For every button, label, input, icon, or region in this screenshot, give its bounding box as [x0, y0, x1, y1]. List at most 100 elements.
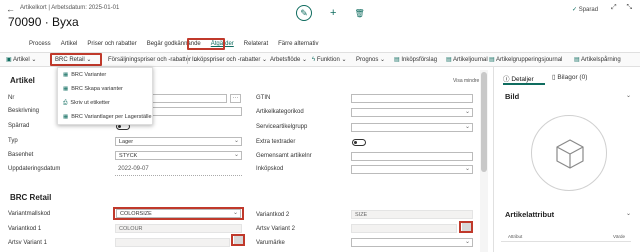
- dropdown-item-label: Skriv ut etiketter: [70, 100, 110, 106]
- submenu-artikel[interactable]: ▣ Artikel ⌄: [6, 56, 36, 63]
- edit-icon[interactable]: ✎: [296, 5, 312, 21]
- label-inkopskod: Inköpskod: [256, 166, 284, 172]
- breadcrumb: Artikelkort | Arbetsdatum: 2025-01-01: [20, 5, 120, 11]
- check-icon: ✓: [572, 7, 578, 13]
- menu-priser[interactable]: Priser och rabatter: [87, 41, 136, 47]
- value-artsvariant2: [351, 224, 457, 233]
- menu-artikel[interactable]: Artikel: [61, 41, 78, 47]
- submenu-funktion-label: Funktion: [316, 57, 340, 63]
- divider: [187, 55, 188, 64]
- label-gtin: GTIN: [256, 95, 271, 101]
- label-artikelkategori: Artikelkategorikod: [256, 109, 304, 115]
- add-icon[interactable]: +: [330, 7, 336, 19]
- menu-farre[interactable]: Färre alternativ: [278, 41, 318, 47]
- tab-bilagor-label: Bilagor (0): [557, 74, 588, 81]
- menu-process[interactable]: Process: [29, 41, 51, 47]
- submenu-forsaljning[interactable]: Försäljningspriser och -rabatter ⌄: [108, 56, 198, 63]
- tab-detaljer-label: Detaljer: [511, 76, 534, 83]
- grid-icon: ▦: [63, 86, 69, 92]
- label-basenhet: Basenhet: [8, 152, 34, 158]
- dropdown-item-variantlager[interactable]: ▦ BRC Variantlager per Lagerställe: [63, 114, 152, 120]
- dropdown-item-brc-varianter[interactable]: ▦ BRC Varianter: [63, 72, 106, 78]
- select-artikelkategori[interactable]: [351, 108, 473, 117]
- tab-detaljer[interactable]: ⓘ Detaljer: [503, 73, 534, 83]
- input-basenhet[interactable]: STYCK: [115, 151, 242, 160]
- col-varde: Värde: [613, 234, 626, 239]
- input-gtin[interactable]: [351, 94, 473, 103]
- submenu-artikeljournal[interactable]: ▤ Artikeljournal: [446, 56, 488, 63]
- submenu-inkop-label: Inköpspriser och -rabatter: [192, 57, 261, 63]
- bild-title: Bild: [505, 92, 520, 101]
- chevron-down-icon: ⌄: [465, 109, 471, 115]
- label-artsvariant2: Artsv Variant 2: [256, 226, 295, 232]
- grid-icon: ▦: [63, 114, 69, 120]
- submenu-artikelsparning-label: Artikelspårning: [581, 57, 621, 63]
- submenu-funktion[interactable]: ϟ Funktion ⌄: [312, 56, 347, 63]
- submenu-artikelgrupp[interactable]: ▤ Artikelgrupperingsjournal: [489, 56, 562, 63]
- highlight-variantmall: [113, 207, 244, 220]
- delete-icon[interactable]: 🗑: [354, 9, 364, 18]
- submenu-arbetsflode-label: Arbetsflöde: [270, 57, 301, 63]
- value-variantkod1: COLOUR: [115, 224, 242, 233]
- select-servicegrupp[interactable]: [351, 123, 473, 132]
- menu-relaterat[interactable]: Relaterat: [244, 41, 268, 47]
- dropdown-item-label: BRC Varianter: [71, 72, 107, 78]
- scrollbar-thumb[interactable]: [481, 72, 487, 172]
- journal-icon: ▤: [489, 57, 497, 63]
- highlight-artsvariant1: [231, 234, 245, 246]
- back-arrow-icon[interactable]: ←: [6, 4, 15, 14]
- submenu-inkop[interactable]: Inköpspriser och -rabatter ⌄: [192, 56, 267, 63]
- artikelattribut-title: Artikelattribut: [505, 210, 555, 219]
- submenu-prognos[interactable]: Prognos ⌄: [356, 56, 385, 63]
- chevron-down-icon: ⌄: [234, 152, 240, 158]
- toggle-extra-textrader[interactable]: [352, 139, 366, 146]
- highlight-atgarder: [187, 38, 225, 50]
- page-title: 70090 · Byxa: [8, 15, 79, 29]
- label-servicegrupp: Serviceartikelgrupp: [256, 124, 308, 130]
- label-variantmall: Variantmallskod: [8, 211, 51, 217]
- chevron-down-icon[interactable]: ⌄: [626, 92, 631, 99]
- saved-status: ✓ Sparad: [572, 6, 598, 13]
- label-beskrivning: Beskrivning: [8, 108, 40, 114]
- action-menu: Process Artikel Priser och rabatter Begä…: [29, 41, 319, 47]
- section-brc-title: BRC Retail: [10, 193, 52, 202]
- submenu-arbetsflode[interactable]: Arbetsflöde ⌄: [270, 56, 307, 63]
- tracking-icon: ▤: [574, 57, 582, 63]
- brc-retail-dropdown: ▦ BRC Varianter ▦ BRC Skapa varianter ⎙ Skr…: [57, 67, 153, 125]
- label-sparrad: Spärrad: [8, 123, 30, 129]
- item-icon: ▣: [6, 57, 14, 63]
- top-actions: ✎ + 🗑: [296, 5, 365, 21]
- dropdown-item-skriv-ut[interactable]: ⎙ Skriv ut etiketter: [63, 100, 110, 107]
- window-controls-icon[interactable]: ⤢ ⤡: [611, 4, 636, 12]
- label-typ: Typ: [8, 138, 18, 144]
- chevron-down-icon[interactable]: ⌄: [626, 210, 631, 217]
- submenu-forsaljning-label: Försäljningspriser och -rabatter: [108, 57, 192, 63]
- value-uppdatering: 2022-09-07: [118, 166, 149, 172]
- label-artsvariant1: Artsv Variant 1: [8, 240, 47, 246]
- label-variantkod1: Variantkod 1: [8, 226, 42, 232]
- submenu-artikel-label: Artikel: [13, 57, 30, 63]
- section-artikel-title: Artikel: [10, 76, 35, 85]
- more-dots-icon[interactable]: ···: [230, 94, 241, 103]
- cube-icon: [556, 139, 584, 169]
- journal-icon: ▤: [446, 57, 454, 63]
- select-inkopskod[interactable]: [351, 165, 473, 174]
- submenu-artikelsparning[interactable]: ▤ Artikelspårning: [574, 56, 621, 63]
- print-icon: ⎙: [63, 100, 68, 106]
- submenu-prognos-label: Prognos: [356, 57, 379, 63]
- select-varumarke[interactable]: [351, 238, 473, 247]
- highlight-artsvariant2: [459, 221, 473, 233]
- select-typ[interactable]: Lager: [115, 137, 242, 146]
- input-gemensamt[interactable]: [351, 152, 473, 161]
- page: ← Artikelkort | Arbetsdatum: 2025-01-01 …: [0, 0, 640, 252]
- show-less-link[interactable]: Visa mindre: [453, 78, 479, 84]
- dropdown-item-skapa-varianter[interactable]: ▦ BRC Skapa varianter: [63, 86, 123, 92]
- submenu-inkopsforslag[interactable]: ▤ Inköpsförslag: [394, 56, 437, 63]
- chevron-down-icon: ⌄: [234, 138, 240, 144]
- label-gemensamt: Gemensamt artikelnr: [256, 153, 312, 159]
- submenu-artikeljournal-label: Artikeljournal: [453, 57, 488, 63]
- submenu-inkopsforslag-label: Inköpsförslag: [401, 57, 438, 63]
- label-uppdatering: Uppdateringsdatum: [8, 166, 61, 172]
- saved-label: Sparad: [578, 7, 599, 13]
- tab-bilagor[interactable]: ▯ Bilagor (0): [552, 73, 587, 81]
